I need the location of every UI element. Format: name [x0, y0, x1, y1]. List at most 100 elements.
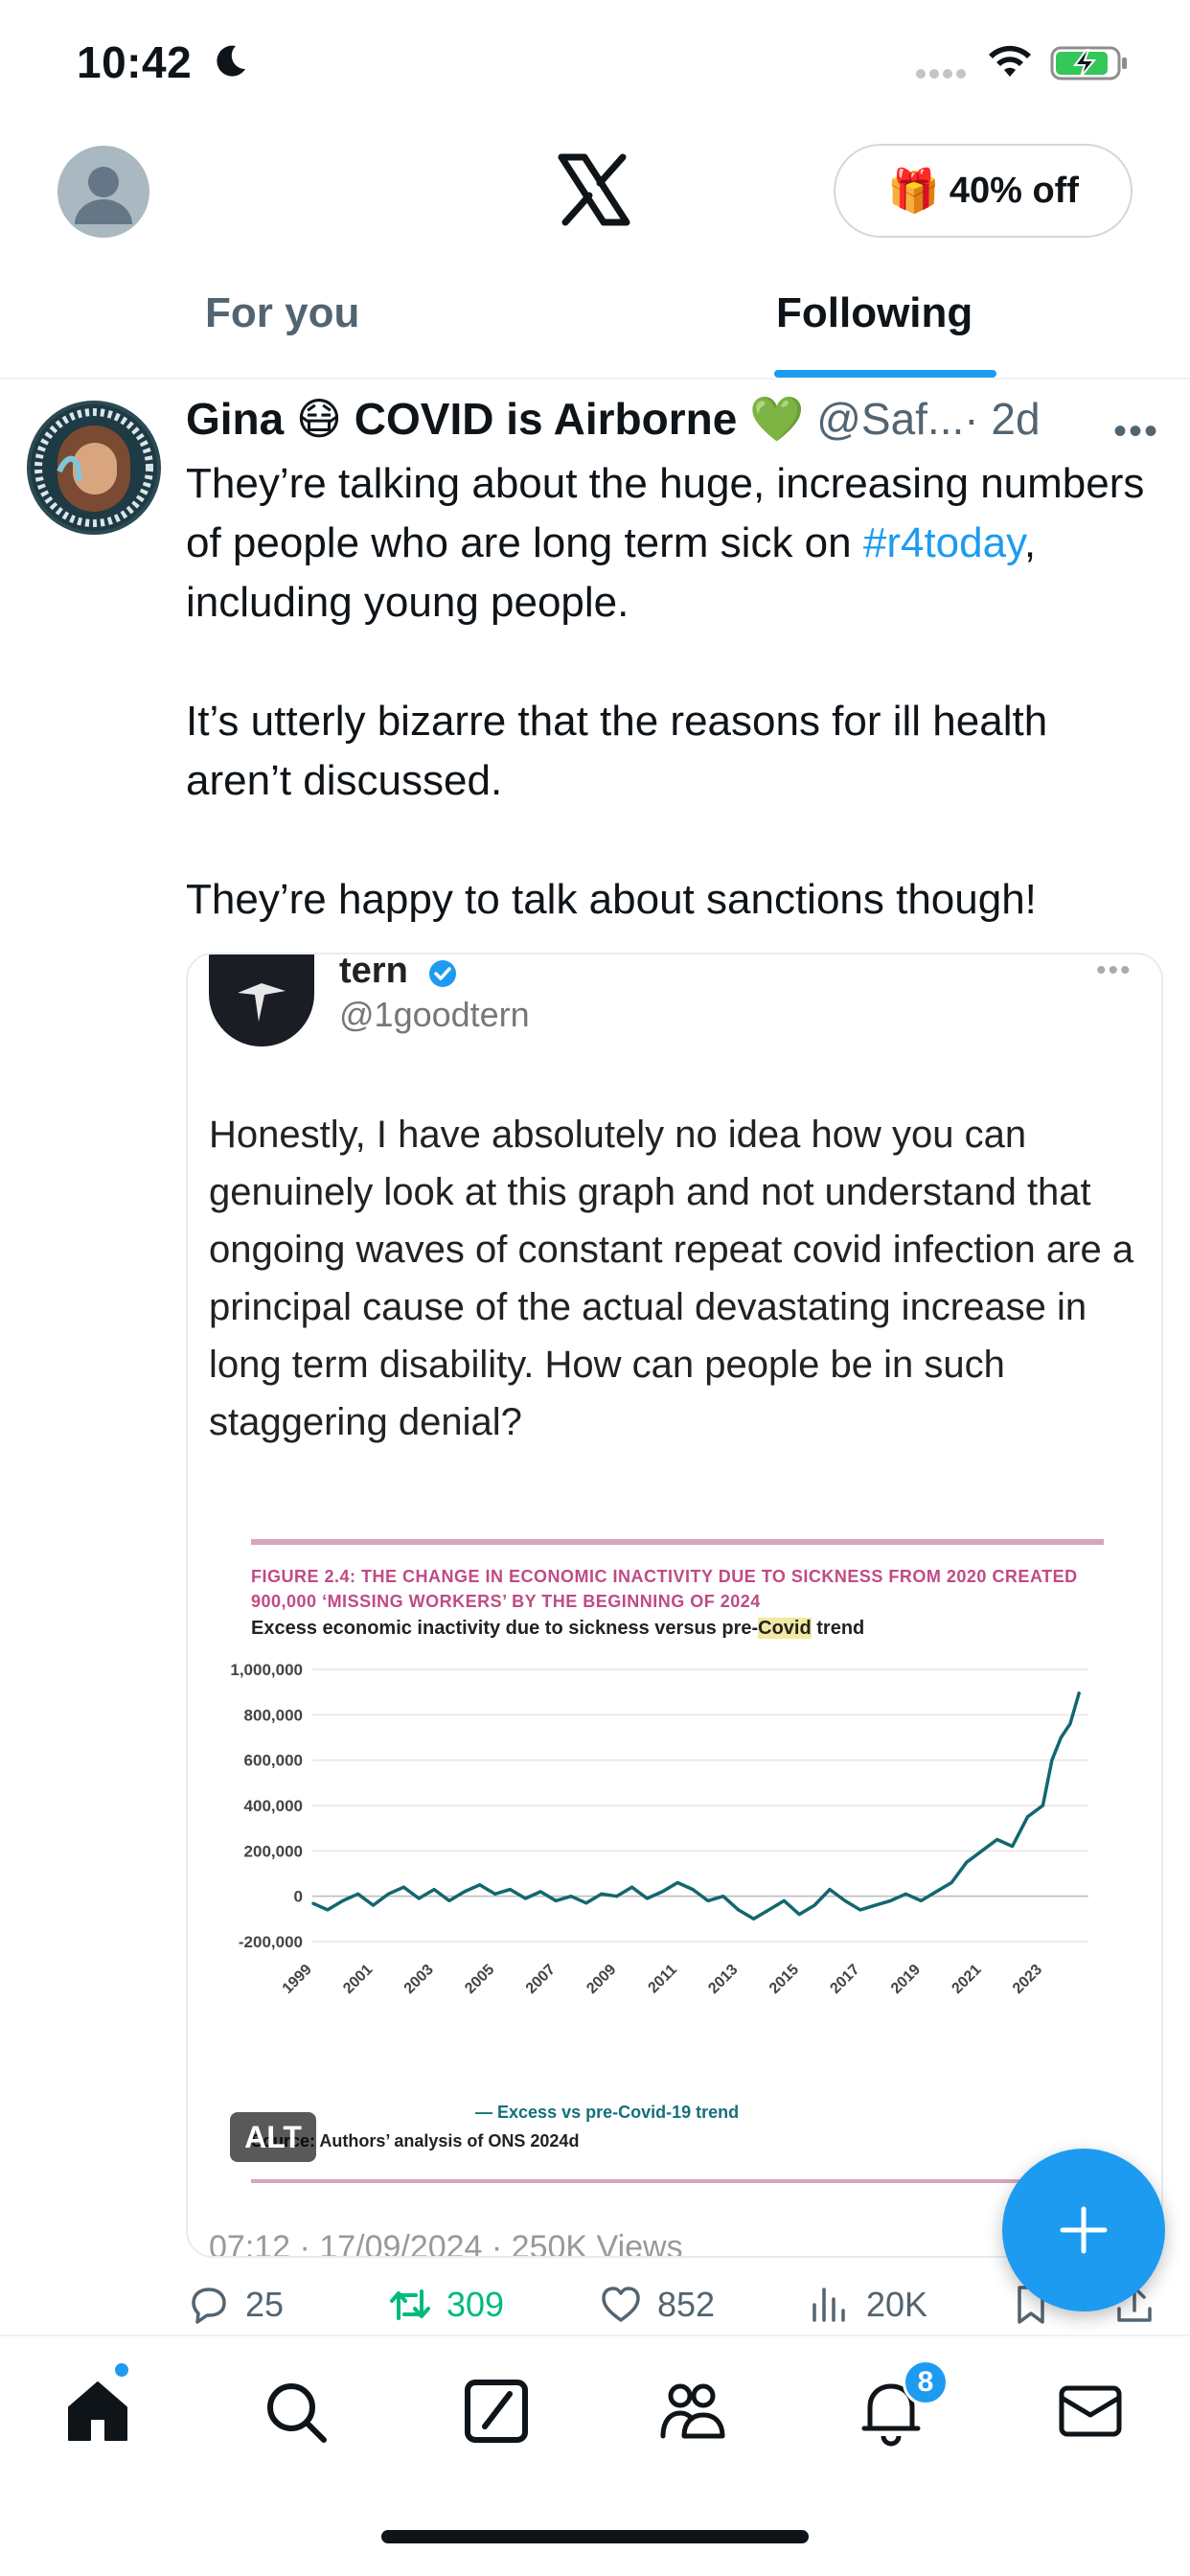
home-indicator — [381, 2530, 809, 2543]
data-point — [889, 1899, 892, 1902]
heart-icon — [602, 2287, 640, 2322]
quoted-author-avatar — [209, 954, 314, 1046]
x-tick-label: 2001 — [340, 1962, 376, 1997]
data-point — [327, 1909, 329, 1911]
chart-subtitle-highlight: Covid — [758, 1618, 812, 1639]
home-unread-dot — [113, 2361, 130, 2379]
communities-icon[interactable] — [655, 2375, 728, 2448]
data-point — [600, 1893, 603, 1896]
notifications-count-badge: 8 — [903, 2359, 949, 2405]
data-point — [1060, 1736, 1063, 1738]
data-point — [1011, 1845, 1014, 1848]
repost-button[interactable]: 309 — [387, 2271, 504, 2338]
x-tick-label: 2007 — [523, 1962, 559, 1997]
timeline-tabs: For you Following — [0, 268, 1190, 380]
chart-top-rule — [251, 1539, 1104, 1545]
data-point — [464, 1891, 466, 1893]
y-tick-label: -200,000 — [239, 1933, 303, 1951]
tweet-paragraph: They’re happy to talk about sanctions th… — [186, 876, 1037, 923]
tweet-paragraph: It’s utterly bizarre that the reasons fo… — [186, 698, 1048, 804]
data-point — [692, 1888, 694, 1891]
x-tick-label: 2019 — [888, 1962, 924, 1997]
x-tick-label: 2021 — [949, 1962, 984, 1997]
like-button[interactable]: 852 — [598, 2271, 715, 2338]
data-point — [418, 1898, 420, 1899]
data-point — [448, 1899, 450, 1902]
tweet-text: They’re talking about the huge, increasi… — [186, 454, 1163, 930]
data-point — [615, 1895, 618, 1898]
repost-icon — [390, 2289, 430, 2320]
author-handle[interactable]: @Saf... — [816, 394, 964, 444]
x-logo-icon[interactable] — [556, 151, 632, 228]
data-point — [585, 1901, 587, 1904]
active-tab-indicator — [774, 370, 996, 378]
data-point — [1051, 1759, 1053, 1761]
data-point — [661, 1891, 664, 1893]
data-point — [1069, 1723, 1071, 1725]
y-tick-label: 1,000,000 — [230, 1661, 303, 1679]
data-point — [402, 1886, 405, 1888]
more-options-icon[interactable]: ••• — [1113, 410, 1159, 453]
gift-icon: 🎁 — [887, 168, 940, 215]
data-point — [874, 1904, 877, 1906]
premium-offer-button[interactable]: 🎁 40% off — [834, 144, 1133, 238]
data-point — [555, 1899, 557, 1902]
tweet-actions: 25 309 852 20K — [186, 2271, 1163, 2338]
repost-count: 309 — [446, 2285, 505, 2324]
x-tick-label: 2009 — [584, 1962, 619, 1997]
data-point — [630, 1886, 633, 1888]
cellular-signal-icon — [916, 69, 966, 79]
x-tick-label: 2005 — [462, 1962, 497, 1997]
data-point — [737, 1909, 740, 1911]
quoted-author-handle: @1goodtern — [339, 995, 530, 1034]
status-time: 10:42 — [77, 37, 193, 87]
grok-icon[interactable] — [460, 2375, 533, 2448]
tab-following[interactable]: Following — [776, 289, 973, 337]
compose-post-button[interactable] — [1002, 2149, 1165, 2312]
data-point — [1026, 1816, 1029, 1818]
author-display-name[interactable]: Gina 😷 COVID is Airborne 💚 — [186, 394, 804, 444]
x-tick-label: 2023 — [1010, 1962, 1045, 1997]
quoted-tweet-footer: 07:12 · 17/09/2024 · 250K Views — [209, 2229, 683, 2258]
author-avatar[interactable] — [27, 401, 161, 535]
data-point — [844, 1899, 846, 1902]
data-point — [813, 1904, 815, 1906]
tweet-media-image[interactable]: tern @1goodtern ••• Honestly, I have abs… — [186, 953, 1163, 2258]
data-point — [646, 1898, 649, 1899]
moon-icon — [217, 45, 245, 77]
messages-mail-icon[interactable] — [1054, 2375, 1127, 2448]
tweet-header: Gina 😷 COVID is Airborne 💚 @Saf...· 2d — [186, 393, 1163, 450]
data-point — [966, 1861, 968, 1863]
data-point — [509, 1888, 512, 1891]
data-point — [433, 1888, 435, 1891]
data-point — [539, 1891, 542, 1893]
quoted-author-name: tern — [339, 953, 408, 991]
x-tick-label: 2013 — [705, 1962, 741, 1997]
views-count: 20K — [866, 2285, 928, 2324]
data-point — [707, 1899, 709, 1902]
data-point — [783, 1899, 786, 1902]
legend-label: Excess vs pre-Covid-19 trend — [497, 2103, 740, 2122]
home-icon[interactable] — [61, 2375, 134, 2448]
x-tick-label: 2011 — [645, 1962, 680, 1997]
chart-legend: — Excess vs pre-Covid-19 trend — [475, 2103, 740, 2122]
y-tick-label: 800,000 — [244, 1706, 303, 1724]
views-button[interactable]: 20K — [807, 2271, 927, 2338]
tweet-timestamp[interactable]: · 2d — [964, 394, 1040, 444]
reply-button[interactable]: 25 — [186, 2271, 284, 2338]
data-point — [356, 1893, 359, 1896]
data-point — [311, 1901, 313, 1904]
tab-for-you[interactable]: For you — [205, 289, 359, 337]
verified-badge-icon — [429, 960, 456, 987]
x-tick-label: 2015 — [767, 1962, 802, 1997]
search-icon[interactable] — [259, 2375, 332, 2448]
reply-count: 25 — [245, 2285, 285, 2324]
data-point — [1041, 1805, 1044, 1806]
quoted-more-icon: ••• — [1096, 954, 1133, 986]
chart-title: FIGURE 2.4: THE CHANGE IN ECONOMIC INACT… — [251, 1567, 1078, 1611]
economic-inactivity-chart: 1,000,000 800,000 600,000 400,000 200,000 0 -2… — [230, 1661, 1088, 1997]
alt-text-badge[interactable]: ALT — [230, 2112, 316, 2162]
profile-avatar-button[interactable] — [57, 146, 149, 238]
hashtag-link[interactable]: #r4today — [863, 519, 1024, 566]
data-point — [722, 1895, 724, 1898]
